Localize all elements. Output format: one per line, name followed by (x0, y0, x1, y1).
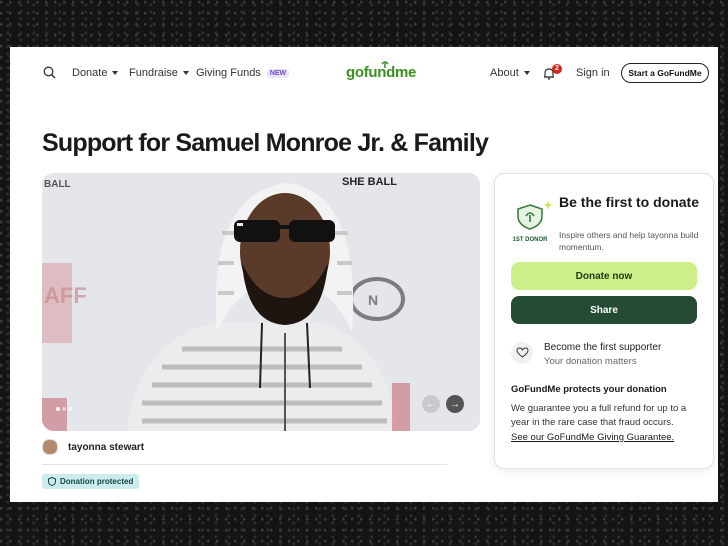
heart-hand-icon (511, 342, 533, 364)
notification-badge: 2 (552, 64, 562, 74)
nav-giving-funds-label: Giving Funds (196, 67, 261, 79)
start-button-label: Start a GoFundMe (628, 68, 702, 78)
prev-image-button[interactable]: ← (422, 395, 440, 413)
nav-about[interactable]: About (490, 67, 530, 79)
svg-text:BALL: BALL (44, 179, 71, 190)
svg-text:AFF: AFF (44, 283, 87, 308)
chevron-down-icon (523, 71, 530, 75)
search-icon[interactable] (43, 66, 56, 79)
divider (42, 464, 447, 465)
sparkle-icon (543, 200, 553, 210)
logo-sprout-icon (381, 61, 389, 68)
gofundme-page: Donate Fundraise Giving Funds NEW gofundm… (10, 47, 718, 502)
next-image-button[interactable]: → (446, 395, 464, 413)
new-badge: NEW (266, 68, 290, 78)
donate-now-label: Donate now (575, 270, 633, 282)
protection-heading: GoFundMe protects your donation (511, 384, 667, 395)
sign-in-label: Sign in (576, 67, 610, 79)
donation-card: 1ST DONOR Be the first to donate Inspire… (494, 173, 714, 469)
giving-guarantee-link[interactable]: See our GoFundMe Giving Guarantee. (511, 432, 674, 443)
card-heading: Be the first to donate (559, 194, 700, 210)
protection-body: We guarantee you a full refund for up to… (511, 403, 687, 428)
nav-fundraise-label: Fundraise (129, 67, 178, 79)
share-label: Share (590, 304, 618, 316)
nav-giving-funds[interactable]: Giving Funds NEW (196, 67, 290, 79)
campaign-title: Support for Samuel Monroe Jr. & Family (42, 129, 489, 157)
nav-fundraise[interactable]: Fundraise (129, 67, 189, 79)
organizer-name: tayonna stewart (68, 441, 145, 453)
start-gofundme-button[interactable]: Start a GoFundMe (621, 63, 709, 83)
arrow-left-icon: ← (426, 398, 436, 410)
supporter-subtitle: Your donation matters (544, 356, 637, 367)
protected-label: Donation protected (60, 477, 134, 486)
avatar (42, 439, 58, 455)
share-button[interactable]: Share (511, 296, 697, 324)
donation-protected-badge: Donation protected (42, 474, 140, 489)
first-donor-label: 1ST DONOR (512, 237, 548, 243)
gofundme-logo[interactable]: gofundme (346, 61, 416, 81)
nav-donate-label: Donate (72, 67, 108, 79)
shield-icon (48, 477, 56, 486)
organizer-row[interactable]: tayonna stewart (42, 439, 144, 455)
svg-text:N: N (368, 292, 378, 308)
chevron-down-icon (112, 71, 119, 75)
photo-illustration: AFF BALL N (42, 173, 480, 431)
supporter-title: Become the first supporter (544, 342, 662, 353)
campaign-photo: AFF BALL N SHE BALL ← → (42, 173, 480, 431)
card-subtext: Inspire others and help tayonna build mo… (559, 230, 699, 252)
donate-now-button[interactable]: Donate now (511, 262, 697, 290)
sign-in-link[interactable]: Sign in (576, 67, 610, 79)
backdrop-text: SHE BALL (342, 176, 397, 188)
first-donor-shield-icon (517, 204, 543, 230)
top-nav: Donate Fundraise Giving Funds NEW gofundm… (10, 47, 718, 101)
nav-donate[interactable]: Donate (72, 67, 119, 79)
arrow-right-icon: → (450, 398, 460, 410)
nav-about-label: About (490, 67, 519, 79)
chevron-down-icon (182, 71, 189, 75)
